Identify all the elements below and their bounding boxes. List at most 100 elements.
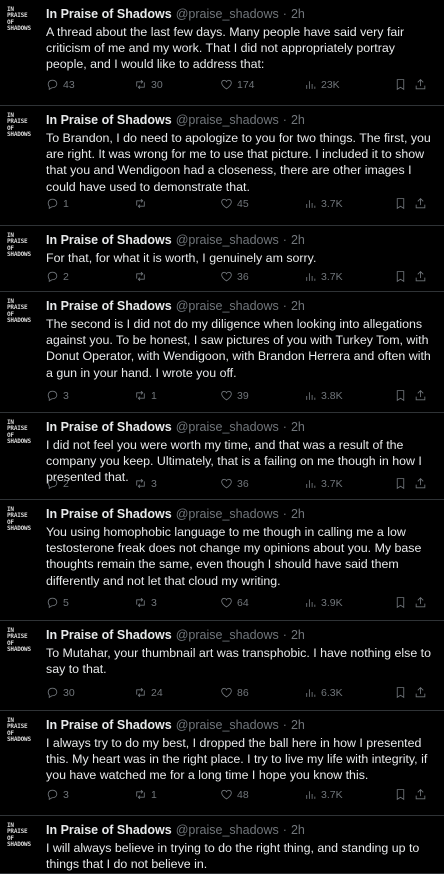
retweet-button[interactable]: [134, 197, 220, 210]
avatar[interactable]: IN PRAISE OF SHADOWS: [7, 112, 35, 141]
reply-icon: [47, 79, 58, 91]
retweet-button[interactable]: 1: [134, 389, 220, 402]
bookmark-button[interactable]: [394, 270, 414, 283]
like-button[interactable]: 36: [220, 477, 304, 490]
share-button[interactable]: [414, 477, 430, 490]
timestamp[interactable]: 2h: [291, 627, 305, 643]
views-button[interactable]: 3.8K: [304, 389, 394, 402]
bookmark-button[interactable]: [394, 78, 414, 91]
avatar[interactable]: IN PRAISE OF SHADOWS: [7, 506, 35, 535]
views-button[interactable]: 6.3K: [304, 686, 394, 699]
author-handle[interactable]: @praise_shadows: [176, 506, 279, 522]
author-handle[interactable]: @praise_shadows: [176, 627, 279, 643]
reply-count: 3: [63, 389, 69, 402]
avatar[interactable]: IN PRAISE OF SHADOWS: [7, 298, 35, 327]
views-button[interactable]: 3.7K: [304, 197, 394, 210]
tweet[interactable]: IN PRAISE OF SHADOWS In Praise of Shadow…: [0, 0, 444, 106]
tweet[interactable]: IN PRAISE OF SHADOWS In Praise of Shadow…: [0, 621, 444, 711]
views-button[interactable]: 3.7K: [304, 788, 394, 801]
tweet[interactable]: IN PRAISE OF SHADOWS In Praise of Shadow…: [0, 413, 444, 500]
timestamp[interactable]: 2h: [291, 717, 305, 733]
reply-button[interactable]: 2: [46, 270, 134, 283]
like-button[interactable]: 64: [220, 596, 304, 609]
reply-button[interactable]: 1: [46, 197, 134, 210]
author-name[interactable]: In Praise of Shadows: [46, 298, 172, 314]
reply-button[interactable]: 43: [46, 78, 134, 91]
author-name[interactable]: In Praise of Shadows: [46, 627, 172, 643]
views-button[interactable]: 23K: [304, 78, 394, 91]
author-handle[interactable]: @praise_shadows: [176, 232, 279, 248]
retweet-button[interactable]: 3: [134, 596, 220, 609]
timestamp[interactable]: 2h: [291, 298, 305, 314]
bookmark-button[interactable]: [394, 788, 414, 801]
reply-button[interactable]: 5: [46, 596, 134, 609]
share-button[interactable]: [414, 788, 430, 801]
share-button[interactable]: [414, 197, 430, 210]
share-button[interactable]: [414, 78, 430, 91]
bookmark-button[interactable]: [394, 477, 414, 490]
avatar[interactable]: IN PRAISE OF SHADOWS: [7, 419, 35, 448]
like-button[interactable]: 45: [220, 197, 304, 210]
tweet[interactable]: IN PRAISE OF SHADOWS In Praise of Shadow…: [0, 711, 444, 816]
retweet-button[interactable]: [134, 270, 220, 283]
action-bar: 2 36 3.7K: [46, 270, 436, 283]
avatar[interactable]: IN PRAISE OF SHADOWS: [7, 822, 35, 851]
avatar[interactable]: IN PRAISE OF SHADOWS: [7, 232, 35, 261]
avatar[interactable]: IN PRAISE OF SHADOWS: [7, 6, 35, 35]
timestamp[interactable]: 2h: [291, 419, 305, 435]
author-name[interactable]: In Praise of Shadows: [46, 6, 172, 22]
avatar[interactable]: IN PRAISE OF SHADOWS: [7, 627, 35, 656]
like-button[interactable]: 39: [220, 389, 304, 402]
tweet[interactable]: IN PRAISE OF SHADOWS In Praise of Shadow…: [0, 500, 444, 621]
reply-button[interactable]: 3: [46, 389, 134, 402]
tweet-header: In Praise of Shadows @praise_shadows · 2…: [46, 506, 436, 522]
author-name[interactable]: In Praise of Shadows: [46, 717, 172, 733]
retweet-button[interactable]: 30: [134, 78, 220, 91]
retweet-button[interactable]: 24: [134, 686, 220, 699]
reply-button[interactable]: 30: [46, 686, 134, 699]
bookmark-button[interactable]: [394, 596, 414, 609]
reply-button[interactable]: 2: [46, 477, 134, 490]
tweet[interactable]: IN PRAISE OF SHADOWS In Praise of Shadow…: [0, 816, 444, 874]
like-button[interactable]: 48: [220, 788, 304, 801]
author-name[interactable]: In Praise of Shadows: [46, 112, 172, 128]
author-handle[interactable]: @praise_shadows: [176, 6, 279, 22]
author-name[interactable]: In Praise of Shadows: [46, 822, 172, 838]
retweet-button[interactable]: 3: [134, 477, 220, 490]
reply-button[interactable]: 3: [46, 788, 134, 801]
timestamp[interactable]: 2h: [291, 6, 305, 22]
action-bar: 5 3 64 3.9K: [46, 596, 436, 609]
like-button[interactable]: 36: [220, 270, 304, 283]
author-name[interactable]: In Praise of Shadows: [46, 419, 172, 435]
tweet-header: In Praise of Shadows @praise_shadows · 2…: [46, 298, 436, 314]
share-button[interactable]: [414, 686, 430, 699]
timestamp[interactable]: 2h: [291, 822, 305, 838]
author-handle[interactable]: @praise_shadows: [176, 112, 279, 128]
timestamp[interactable]: 2h: [291, 112, 305, 128]
tweet[interactable]: IN PRAISE OF SHADOWS In Praise of Shadow…: [0, 292, 444, 413]
tweet[interactable]: IN PRAISE OF SHADOWS In Praise of Shadow…: [0, 226, 444, 292]
views-button[interactable]: 3.7K: [304, 270, 394, 283]
tweet[interactable]: IN PRAISE OF SHADOWS In Praise of Shadow…: [0, 106, 444, 226]
avatar[interactable]: IN PRAISE OF SHADOWS: [7, 717, 35, 746]
bookmark-button[interactable]: [394, 686, 414, 699]
share-button[interactable]: [414, 596, 430, 609]
bookmark-button[interactable]: [394, 389, 414, 402]
retweet-icon: [136, 478, 145, 489]
like-button[interactable]: 174: [220, 78, 304, 91]
share-button[interactable]: [414, 389, 430, 402]
timestamp[interactable]: 2h: [291, 506, 305, 522]
author-name[interactable]: In Praise of Shadows: [46, 506, 172, 522]
author-handle[interactable]: @praise_shadows: [176, 822, 279, 838]
author-handle[interactable]: @praise_shadows: [176, 419, 279, 435]
timestamp[interactable]: 2h: [291, 232, 305, 248]
views-button[interactable]: 3.7K: [304, 477, 394, 490]
author-name[interactable]: In Praise of Shadows: [46, 232, 172, 248]
author-handle[interactable]: @praise_shadows: [176, 717, 279, 733]
views-button[interactable]: 3.9K: [304, 596, 394, 609]
author-handle[interactable]: @praise_shadows: [176, 298, 279, 314]
bookmark-button[interactable]: [394, 197, 414, 210]
share-button[interactable]: [414, 270, 430, 283]
retweet-button[interactable]: 1: [134, 788, 220, 801]
like-button[interactable]: 86: [220, 686, 304, 699]
